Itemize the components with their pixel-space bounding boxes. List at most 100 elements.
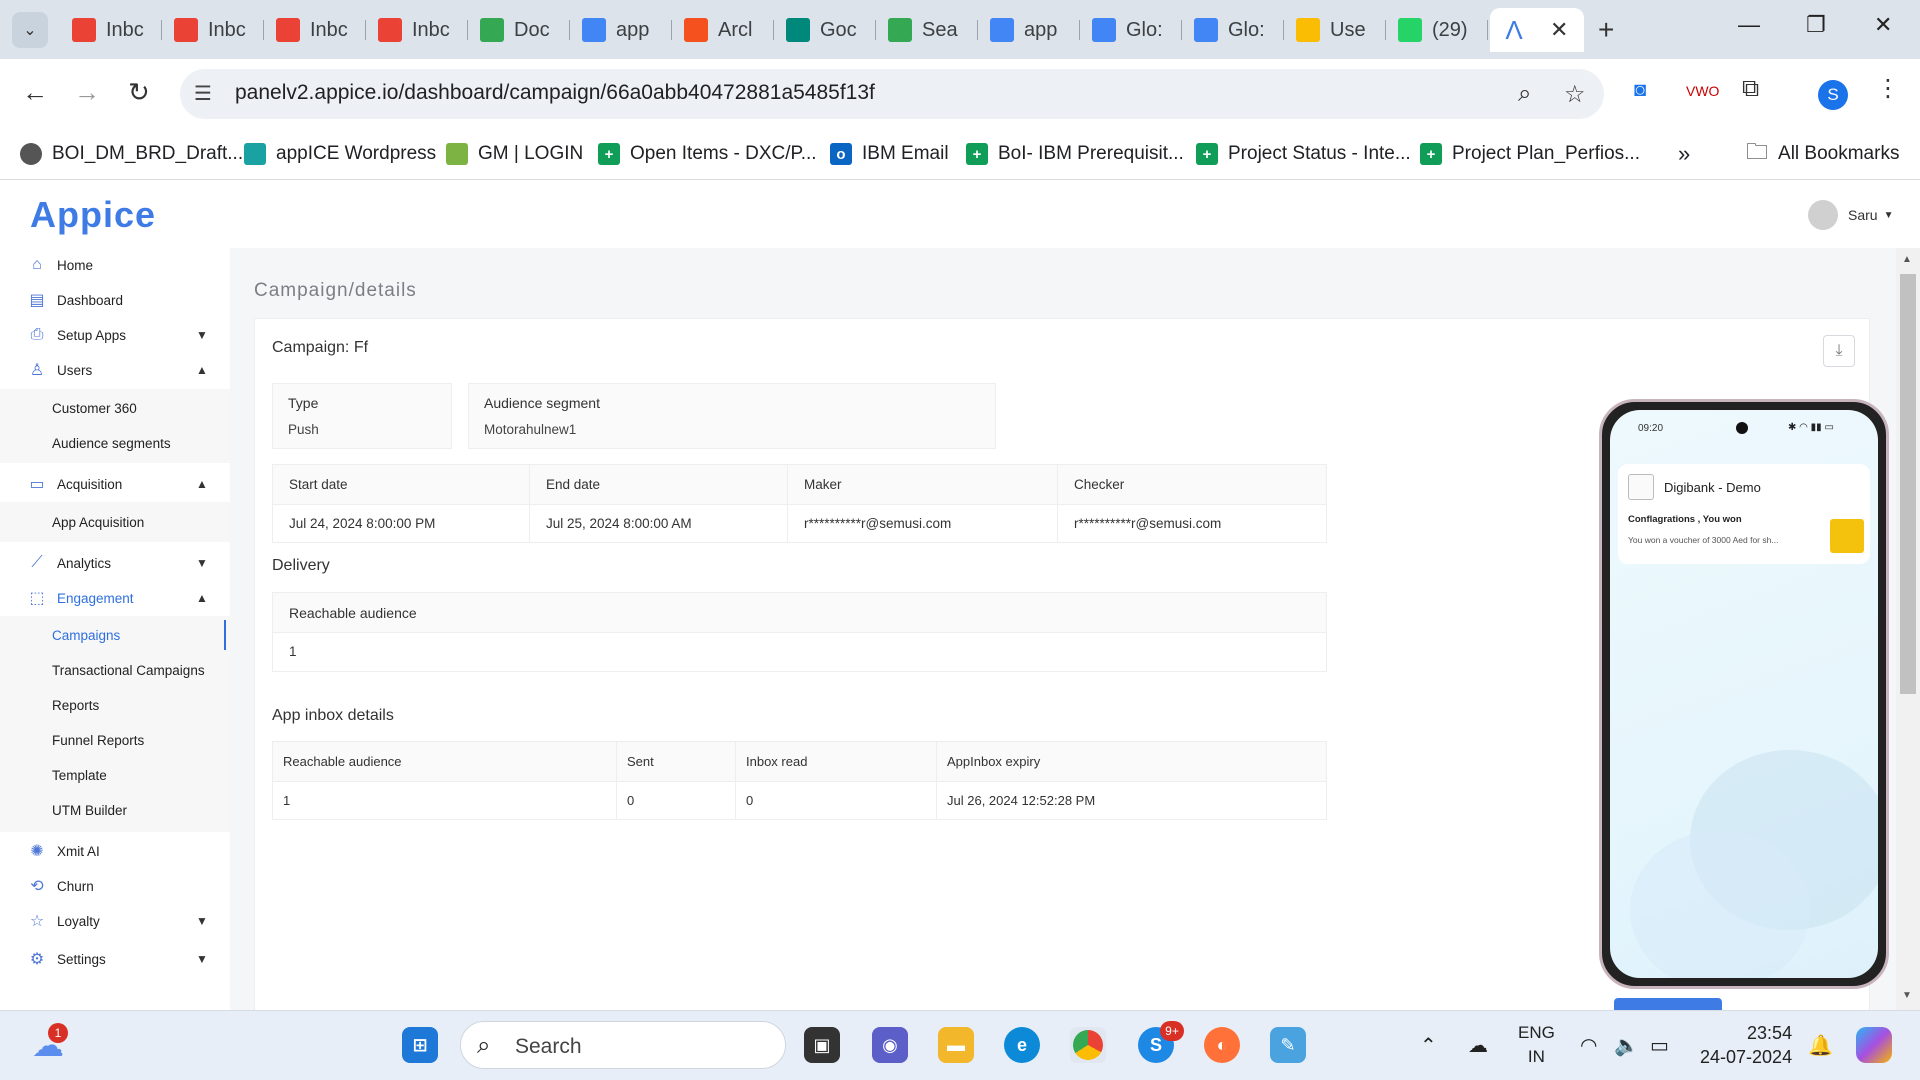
paint-icon[interactable]: ✎ — [1270, 1027, 1306, 1063]
browser-tab[interactable]: Inbc — [60, 8, 162, 52]
chevron-down-icon: ▼ — [196, 952, 208, 966]
bookmark-4[interactable]: + Open Items - DXC/P... — [598, 138, 817, 170]
vwo-extension-icon[interactable]: VWO — [1686, 83, 1719, 99]
sidebar-item-transactional-campaigns[interactable]: Transactional Campaigns — [0, 653, 230, 687]
sidebar-item-app-acquisition[interactable]: App Acquisition — [0, 505, 230, 539]
user-menu[interactable]: Saru ▼ — [1808, 200, 1893, 230]
sidebar-item-customer-360[interactable]: Customer 360 — [0, 391, 230, 425]
file-explorer-icon[interactable]: ▬ — [938, 1027, 974, 1063]
sidebar-item-churn[interactable]: ⟲ Churn — [0, 869, 230, 903]
clock[interactable]: 23:54 24-07-2024 — [1700, 1021, 1792, 1069]
profile-avatar[interactable]: S — [1818, 80, 1848, 110]
windows-start-icon[interactable]: ⊞ — [402, 1027, 438, 1063]
bookmark-8[interactable]: + Project Plan_Perfios... — [1420, 138, 1640, 170]
all-bookmarks-button[interactable]: 🗀 All Bookmarks — [1746, 138, 1899, 170]
sidebar-item-users[interactable]: ♙ Users ▲ — [0, 353, 230, 387]
scrollbar-thumb[interactable] — [1900, 274, 1916, 694]
browser-tab[interactable]: Sea — [876, 8, 978, 52]
tab-appice-active[interactable]: Λ ✕ — [1490, 8, 1584, 52]
bookmark-1[interactable]: BOI_DM_BRD_Draft... — [20, 138, 243, 170]
onedrive-icon[interactable]: ☁ — [1468, 1033, 1488, 1058]
browser-tab[interactable]: Use — [1284, 8, 1386, 52]
extension-icon[interactable]: ◙ — [1634, 79, 1646, 102]
sidebar-item-dashboard[interactable]: ▤ Dashboard — [0, 283, 230, 317]
browser-tab[interactable]: Inbc — [366, 8, 468, 52]
sidebar-item-campaigns[interactable]: Campaigns — [0, 618, 230, 652]
restore-icon[interactable]: ❐ — [1806, 12, 1826, 38]
browser-tab[interactable]: (29) — [1386, 8, 1488, 52]
end-date-cell: Jul 25, 2024 8:00:00 AM — [529, 504, 788, 543]
site-info-icon[interactable]: ☰ — [194, 81, 212, 106]
sidebar-item-acquisition[interactable]: ▭ Acquisition ▲ — [0, 467, 230, 501]
appice-logo[interactable]: Appice — [30, 194, 156, 236]
close-window-icon[interactable]: ✕ — [1874, 12, 1892, 38]
teams-icon[interactable]: ◉ — [872, 1027, 908, 1063]
download-button[interactable]: ⤓ — [1823, 335, 1855, 367]
sidebar-item-audience-segments[interactable]: Audience segments — [0, 426, 230, 460]
scroll-down-icon[interactable]: ▼ — [1902, 990, 1912, 1001]
scroll-up-icon[interactable]: ▲ — [1902, 254, 1912, 265]
bookmark-favicon-icon — [446, 143, 468, 165]
browser-tab[interactable]: app — [978, 8, 1080, 52]
sidebar-item-settings[interactable]: ⚙ Settings ▼ — [0, 942, 230, 976]
firefox-icon[interactable]: ◐ — [1204, 1027, 1240, 1063]
sidebar-item-reports[interactable]: Reports — [0, 688, 230, 722]
battery-icon[interactable]: ▭ — [1650, 1033, 1669, 1058]
windows-taskbar: ☁ 1 ⊞ ⌕ Search ▣ ◉ ▬ e S 9+ ◐ ✎ ⌃ ☁ ENG … — [0, 1010, 1920, 1080]
tab-search-chevron-icon[interactable]: ⌄ — [12, 12, 48, 48]
taskbar-search[interactable]: ⌕ Search — [460, 1021, 786, 1069]
browser-tab[interactable]: Inbc — [162, 8, 264, 52]
edge-icon[interactable]: e — [1004, 1027, 1040, 1063]
close-tab-icon[interactable]: ✕ — [1550, 17, 1568, 43]
page-scrollbar[interactable]: ▲ ▼ — [1896, 248, 1920, 1010]
zoom-icon[interactable]: ⌕ — [1518, 80, 1531, 108]
sidebar-label: Audience segments — [52, 435, 171, 451]
sidebar-item-xmit-ai[interactable]: ✺ Xmit AI — [0, 834, 230, 868]
delivery-table: Reachable audience 1 — [272, 592, 1327, 672]
sidebar-item-utm-builder[interactable]: UTM Builder — [0, 793, 230, 827]
copilot-icon[interactable] — [1856, 1027, 1892, 1063]
sidebar-item-analytics[interactable]: ⟋ Analytics ▼ — [0, 546, 230, 580]
browser-tab[interactable]: Goc — [774, 8, 876, 52]
sidebar-item-engagement[interactable]: ⬚ Engagement ▲ — [0, 581, 230, 615]
back-icon[interactable]: ← — [22, 77, 48, 108]
chrome-icon[interactable] — [1070, 1027, 1106, 1063]
address-bar[interactable]: ☰ panelv2.appice.io/dashboard/campaign/6… — [180, 69, 1604, 119]
volume-icon[interactable]: 🔈 — [1614, 1033, 1639, 1058]
browser-tab[interactable]: Arcl — [672, 8, 774, 52]
minimize-icon[interactable]: — — [1738, 12, 1760, 38]
sidebar-item-home[interactable]: ⌂ Home — [0, 248, 230, 282]
bookmark-5[interactable]: o IBM Email — [830, 138, 949, 170]
bookmark-star-icon[interactable]: ☆ — [1564, 80, 1586, 109]
forward-icon[interactable]: → — [74, 77, 100, 108]
preview-toggle-tab[interactable] — [1614, 998, 1722, 1010]
reload-icon[interactable]: ↻ — [128, 77, 150, 108]
browser-tab[interactable]: Doc — [468, 8, 570, 52]
browser-tab[interactable]: Glo: — [1080, 8, 1182, 52]
sidebar-item-loyalty[interactable]: ☆ Loyalty ▼ — [0, 904, 230, 938]
bookmark-2[interactable]: appICE Wordpress — [244, 138, 436, 170]
notification-bell-icon[interactable]: 🔔 — [1808, 1033, 1833, 1058]
url-text[interactable]: panelv2.appice.io/dashboard/campaign/66a… — [235, 81, 875, 105]
language-indicator[interactable]: ENG IN — [1518, 1021, 1555, 1069]
type-value: Push — [288, 422, 319, 437]
browser-tab[interactable]: Glo: — [1182, 8, 1284, 52]
sidebar-item-setup-apps[interactable]: ⎙ Setup Apps ▼ — [0, 318, 230, 352]
tray-chevron-icon[interactable]: ⌃ — [1420, 1033, 1437, 1058]
bookmark-3[interactable]: GM | LOGIN — [446, 138, 583, 170]
task-view-icon[interactable]: ▣ — [804, 1027, 840, 1063]
sidebar-item-template[interactable]: Template — [0, 758, 230, 792]
browser-menu-icon[interactable]: ⋮ — [1876, 74, 1900, 103]
browser-tab[interactable]: Inbc — [264, 8, 366, 52]
outlook-icon: o — [830, 143, 852, 165]
tab-label: Glo: — [1228, 18, 1265, 41]
gear-icon: ⚙ — [29, 951, 45, 968]
wifi-icon[interactable]: ◠ — [1580, 1033, 1597, 1058]
sidebar-item-funnel-reports[interactable]: Funnel Reports — [0, 723, 230, 757]
more-bookmarks-icon[interactable]: » — [1678, 138, 1690, 170]
bookmark-6[interactable]: + BoI- IBM Prerequisit... — [966, 138, 1184, 170]
bookmark-7[interactable]: + Project Status - Inte... — [1196, 138, 1411, 170]
new-tab-icon[interactable]: + — [1598, 14, 1614, 46]
browser-tab[interactable]: app — [570, 8, 672, 52]
extensions-puzzle-icon[interactable]: ⧉ — [1742, 75, 1759, 103]
